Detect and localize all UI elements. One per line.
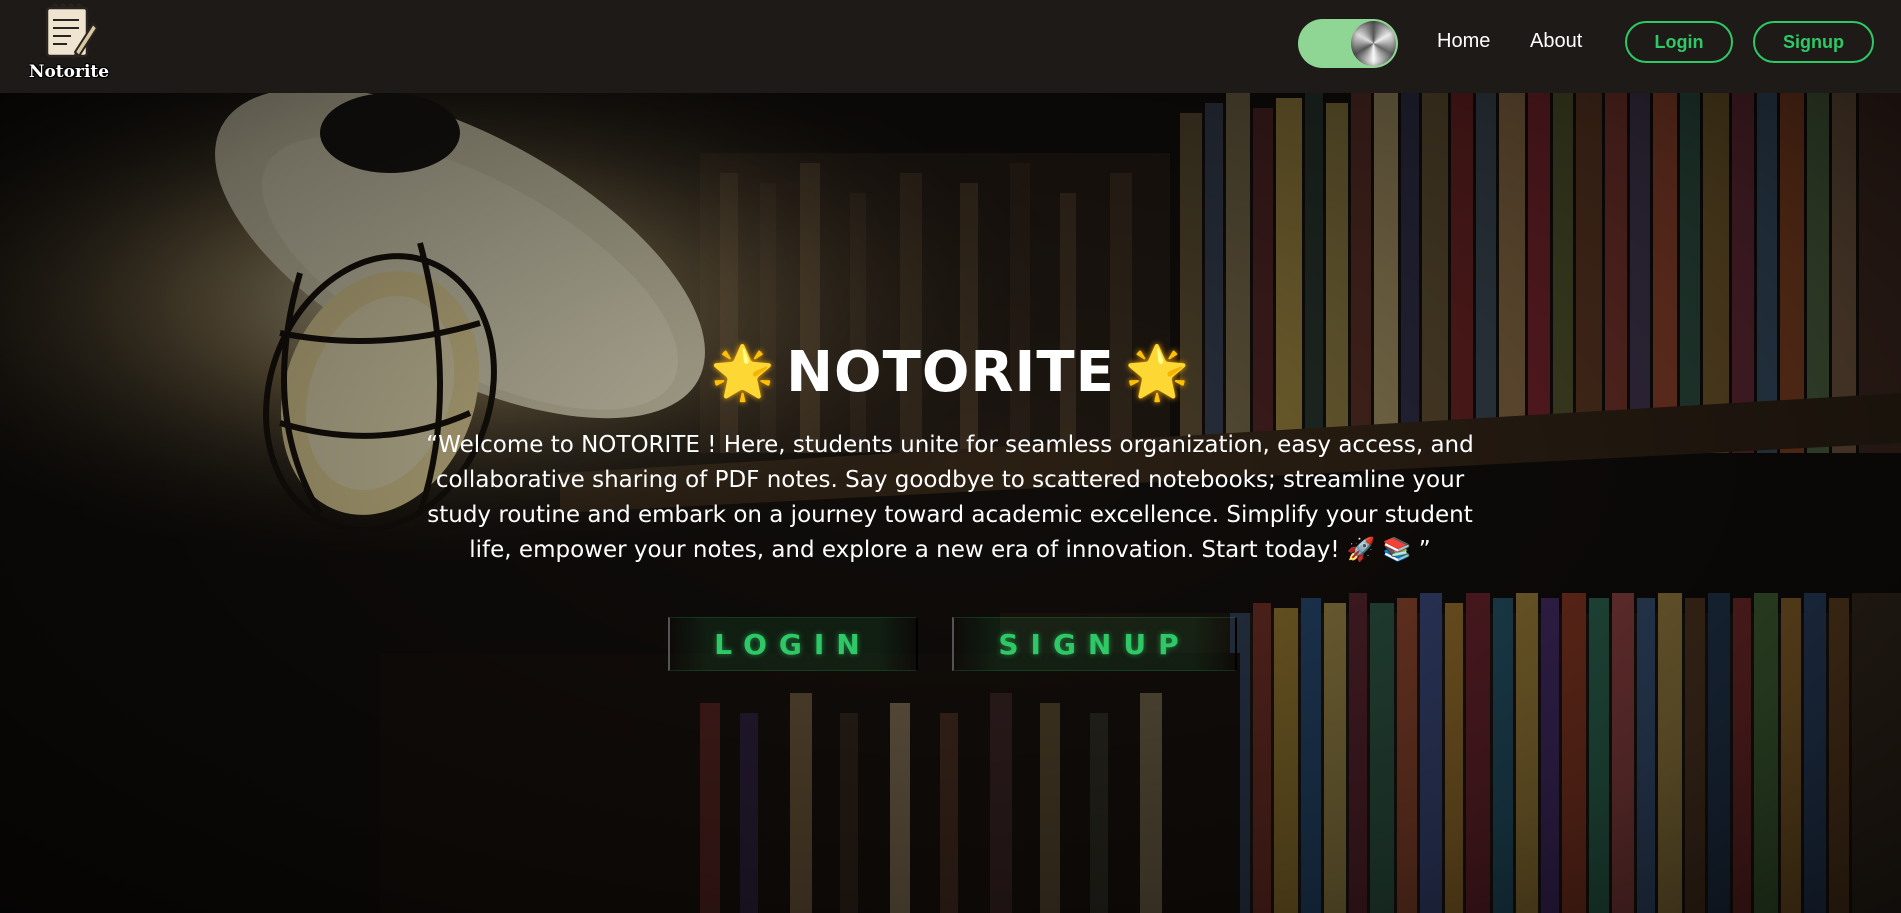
- hero-title: 🌟 NOTORITE 🌟: [0, 340, 1901, 405]
- nav-about-link[interactable]: About: [1530, 30, 1582, 53]
- star-icon-right: 🌟: [1124, 343, 1191, 403]
- toggle-knob: [1351, 21, 1396, 66]
- nav-signup-button[interactable]: Signup: [1753, 21, 1874, 63]
- navbar: Notorite Home About Login Signup: [0, 0, 1901, 93]
- star-icon-left: 🌟: [710, 343, 777, 403]
- hero-login-button[interactable]: LOGIN: [668, 617, 918, 671]
- hero-signup-button[interactable]: SIGNUP: [952, 617, 1237, 671]
- site-logo[interactable]: Notorite: [28, 2, 110, 86]
- nav-home-link[interactable]: Home: [1437, 30, 1490, 53]
- nav-login-button[interactable]: Login: [1625, 21, 1733, 63]
- logo-text: Notorite: [28, 62, 110, 82]
- hero-description: “Welcome to NOTORITE ! Here, students un…: [426, 432, 1474, 563]
- hero-title-text: NOTORITE: [786, 340, 1115, 405]
- notebook-logo-icon: [45, 3, 99, 59]
- theme-toggle[interactable]: [1298, 19, 1398, 68]
